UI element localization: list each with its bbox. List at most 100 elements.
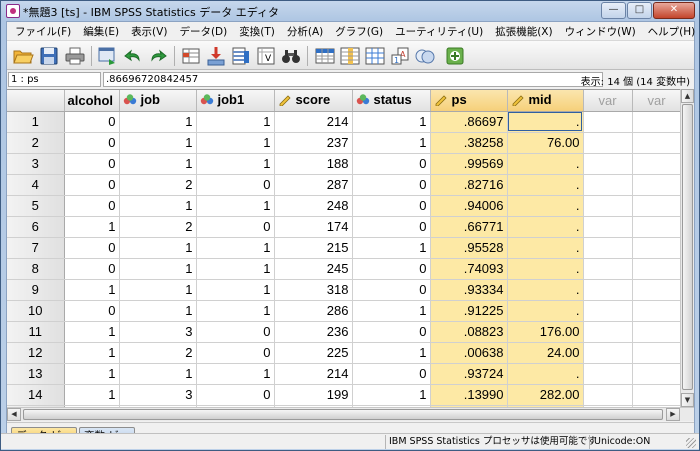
title-bar[interactable]: *無題3 [ts] - IBM SPSS Statistics データ エディタ… bbox=[1, 1, 699, 21]
data-cell[interactable]: 318 bbox=[274, 279, 353, 301]
data-cell[interactable]: . bbox=[507, 111, 584, 133]
scroll-left-icon[interactable]: ◀ bbox=[7, 408, 21, 421]
menu-edit[interactable]: 編集(E) bbox=[77, 24, 125, 39]
data-cell[interactable]: 286 bbox=[274, 300, 353, 322]
data-cell[interactable]: 0 bbox=[352, 153, 431, 175]
print-icon[interactable] bbox=[63, 44, 87, 68]
data-cell[interactable]: 0 bbox=[64, 153, 120, 175]
column-header-job[interactable]: job bbox=[119, 90, 197, 112]
data-cell[interactable]: 0 bbox=[64, 300, 120, 322]
row-header[interactable]: 1 bbox=[7, 111, 65, 133]
data-cell[interactable] bbox=[632, 132, 682, 154]
row-header[interactable]: 13 bbox=[7, 363, 65, 385]
data-cell[interactable] bbox=[632, 216, 682, 238]
data-cell[interactable] bbox=[632, 300, 682, 322]
row-header[interactable]: 2 bbox=[7, 132, 65, 154]
spss-app-icon[interactable] bbox=[6, 4, 20, 18]
data-cell[interactable] bbox=[583, 237, 633, 259]
menu-extensions[interactable]: 拡張機能(X) bbox=[489, 24, 558, 39]
data-cell[interactable]: 0 bbox=[352, 174, 431, 196]
row-header[interactable]: 10 bbox=[7, 300, 65, 322]
data-cell[interactable] bbox=[632, 237, 682, 259]
data-cell[interactable]: 214 bbox=[274, 111, 353, 133]
data-cell[interactable]: . bbox=[507, 279, 584, 301]
data-cell[interactable]: 1 bbox=[196, 111, 275, 133]
data-cell[interactable]: .13990 bbox=[430, 384, 508, 406]
data-cell[interactable] bbox=[632, 111, 682, 133]
data-cell[interactable]: 176.00 bbox=[507, 321, 584, 343]
data-cell[interactable]: 1 bbox=[196, 237, 275, 259]
close-button[interactable]: ✕ bbox=[653, 2, 695, 19]
data-cell[interactable]: . bbox=[507, 300, 584, 322]
menu-file[interactable]: ファイル(F) bbox=[9, 24, 77, 39]
row-header[interactable]: 12 bbox=[7, 342, 65, 364]
data-cell[interactable]: 0 bbox=[64, 174, 120, 196]
data-cell[interactable]: . bbox=[507, 174, 584, 196]
menu-window[interactable]: ウィンドウ(W) bbox=[559, 24, 642, 39]
data-cell[interactable] bbox=[632, 363, 682, 385]
data-cell[interactable]: 248 bbox=[274, 195, 353, 217]
data-cell[interactable]: 2 bbox=[119, 342, 197, 364]
data-cell[interactable] bbox=[632, 279, 682, 301]
data-cell[interactable]: 24.00 bbox=[507, 342, 584, 364]
data-cell[interactable]: 1 bbox=[196, 195, 275, 217]
cell-reference-field[interactable]: 1 : ps bbox=[8, 72, 101, 87]
data-cell[interactable]: . bbox=[507, 258, 584, 280]
save-icon[interactable] bbox=[37, 44, 61, 68]
data-cell[interactable]: 1 bbox=[64, 363, 120, 385]
data-cell[interactable]: . bbox=[507, 363, 584, 385]
menu-utilities[interactable]: ユーティリティ(U) bbox=[389, 24, 489, 39]
data-cell[interactable]: 245 bbox=[274, 258, 353, 280]
data-cell[interactable] bbox=[583, 300, 633, 322]
column-header-var-7[interactable]: var bbox=[583, 90, 633, 112]
data-cell[interactable]: 1 bbox=[196, 300, 275, 322]
data-cell[interactable]: 1 bbox=[196, 132, 275, 154]
data-cell[interactable]: .94006 bbox=[430, 195, 508, 217]
data-cell[interactable] bbox=[632, 258, 682, 280]
data-cell[interactable]: 1 bbox=[352, 237, 431, 259]
menu-view[interactable]: 表示(V) bbox=[125, 24, 173, 39]
data-cell[interactable]: 1 bbox=[64, 384, 120, 406]
data-cell[interactable] bbox=[583, 195, 633, 217]
data-cell[interactable] bbox=[583, 111, 633, 133]
horizontal-scrollbar[interactable]: ◀ ▶ bbox=[7, 407, 694, 421]
data-cell[interactable]: .08823 bbox=[430, 321, 508, 343]
scroll-right-icon[interactable]: ▶ bbox=[666, 408, 680, 421]
row-header[interactable]: 7 bbox=[7, 237, 65, 259]
menu-data[interactable]: データ(D) bbox=[173, 24, 233, 39]
data-cell[interactable]: 0 bbox=[352, 216, 431, 238]
data-cell[interactable]: 3 bbox=[119, 321, 197, 343]
column-header-status[interactable]: status bbox=[352, 90, 431, 112]
data-cell[interactable] bbox=[583, 174, 633, 196]
data-cell[interactable]: 1 bbox=[64, 342, 120, 364]
data-cell[interactable]: 1 bbox=[119, 132, 197, 154]
data-cell[interactable]: 0 bbox=[196, 321, 275, 343]
data-cell[interactable] bbox=[632, 384, 682, 406]
spell-icon[interactable] bbox=[443, 44, 467, 68]
weight-cases-icon[interactable]: A1 bbox=[388, 44, 412, 68]
value-labels-icon[interactable] bbox=[413, 44, 437, 68]
scroll-down-icon[interactable]: ▼ bbox=[681, 393, 694, 407]
data-cell[interactable]: 1 bbox=[64, 216, 120, 238]
insert-cases-icon[interactable] bbox=[313, 44, 337, 68]
data-cell[interactable]: 1 bbox=[196, 279, 275, 301]
data-cell[interactable]: 0 bbox=[64, 237, 120, 259]
data-cell[interactable]: 0 bbox=[196, 342, 275, 364]
row-header[interactable]: 4 bbox=[7, 174, 65, 196]
data-cell[interactable]: .95528 bbox=[430, 237, 508, 259]
split-file-icon[interactable] bbox=[363, 44, 387, 68]
data-cell[interactable]: 287 bbox=[274, 174, 353, 196]
resize-grip-icon[interactable] bbox=[686, 438, 696, 448]
data-cell[interactable]: . bbox=[507, 153, 584, 175]
data-cell[interactable]: 188 bbox=[274, 153, 353, 175]
menu-transform[interactable]: 変換(T) bbox=[233, 24, 281, 39]
data-cell[interactable]: 1 bbox=[119, 300, 197, 322]
data-cell[interactable]: 1 bbox=[196, 363, 275, 385]
data-cell[interactable]: 1 bbox=[64, 279, 120, 301]
undo-icon[interactable] bbox=[121, 44, 145, 68]
data-cell[interactable] bbox=[583, 321, 633, 343]
data-cell[interactable]: 214 bbox=[274, 363, 353, 385]
data-cell[interactable] bbox=[583, 132, 633, 154]
data-cell[interactable]: 236 bbox=[274, 321, 353, 343]
row-header[interactable]: 9 bbox=[7, 279, 65, 301]
